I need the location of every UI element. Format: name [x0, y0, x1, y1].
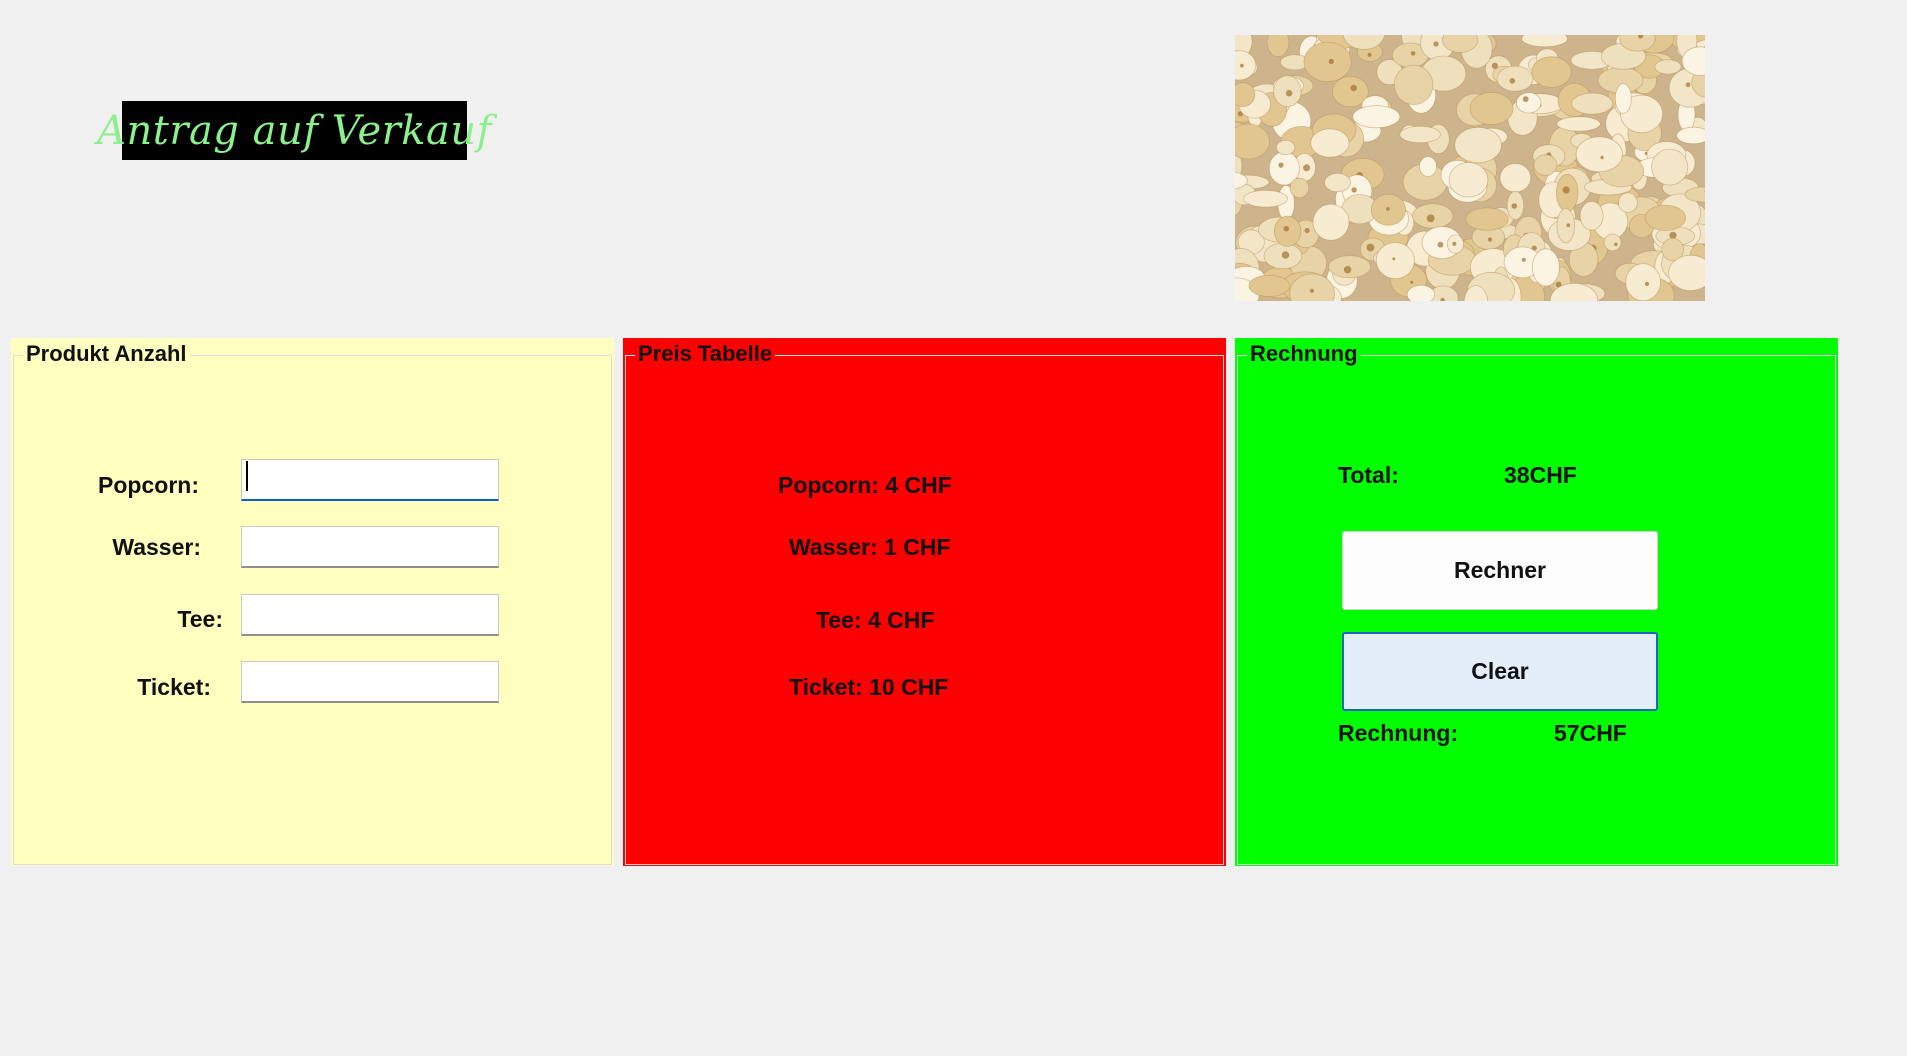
app-title: Antrag auf Verkauf [97, 107, 492, 154]
price-popcorn: Popcorn: 4 CHF [778, 472, 952, 498]
ticket-quantity-input[interactable] [241, 661, 499, 703]
product-count-legend: Produkt Anzahl [23, 341, 190, 367]
total-value: 38CHF [1504, 462, 1577, 488]
popcorn-quantity-input[interactable] [241, 459, 499, 501]
bill-label: Rechnung: [1338, 720, 1459, 746]
tee-quantity-input[interactable] [241, 594, 499, 636]
wasser-quantity-input[interactable] [241, 526, 499, 568]
price-tee: Tee: 4 CHF [816, 607, 935, 633]
text-caret [246, 461, 248, 491]
popcorn-image [1235, 35, 1705, 301]
tee-label: Tee: [177, 606, 223, 632]
bill-value: 57CHF [1554, 720, 1627, 746]
price-wasser: Wasser: 1 CHF [789, 534, 951, 560]
calculate-button[interactable]: Rechner [1342, 531, 1658, 610]
price-ticket: Ticket: 10 CHF [789, 674, 949, 700]
ticket-label: Ticket: [137, 674, 211, 700]
clear-button[interactable]: Clear [1342, 632, 1658, 711]
product-count-panel: Produkt Anzahl Popcorn: Wasser: Tee: Tic… [11, 338, 614, 866]
total-label: Total: [1338, 462, 1399, 488]
popcorn-photo-icon [1235, 35, 1705, 301]
app-title-banner: Antrag auf Verkauf [97, 101, 491, 160]
bill-legend: Rechnung [1247, 341, 1361, 367]
popcorn-label: Popcorn: [98, 472, 199, 498]
bill-panel: Rechnung Total: 38CHF Rechner Clear Rech… [1235, 338, 1838, 866]
price-table-legend: Preis Tabelle [635, 341, 776, 367]
bill-frame [1237, 355, 1836, 865]
wasser-label: Wasser: [112, 534, 201, 560]
price-table-panel: Preis Tabelle Popcorn: 4 CHF Wasser: 1 C… [623, 338, 1226, 866]
